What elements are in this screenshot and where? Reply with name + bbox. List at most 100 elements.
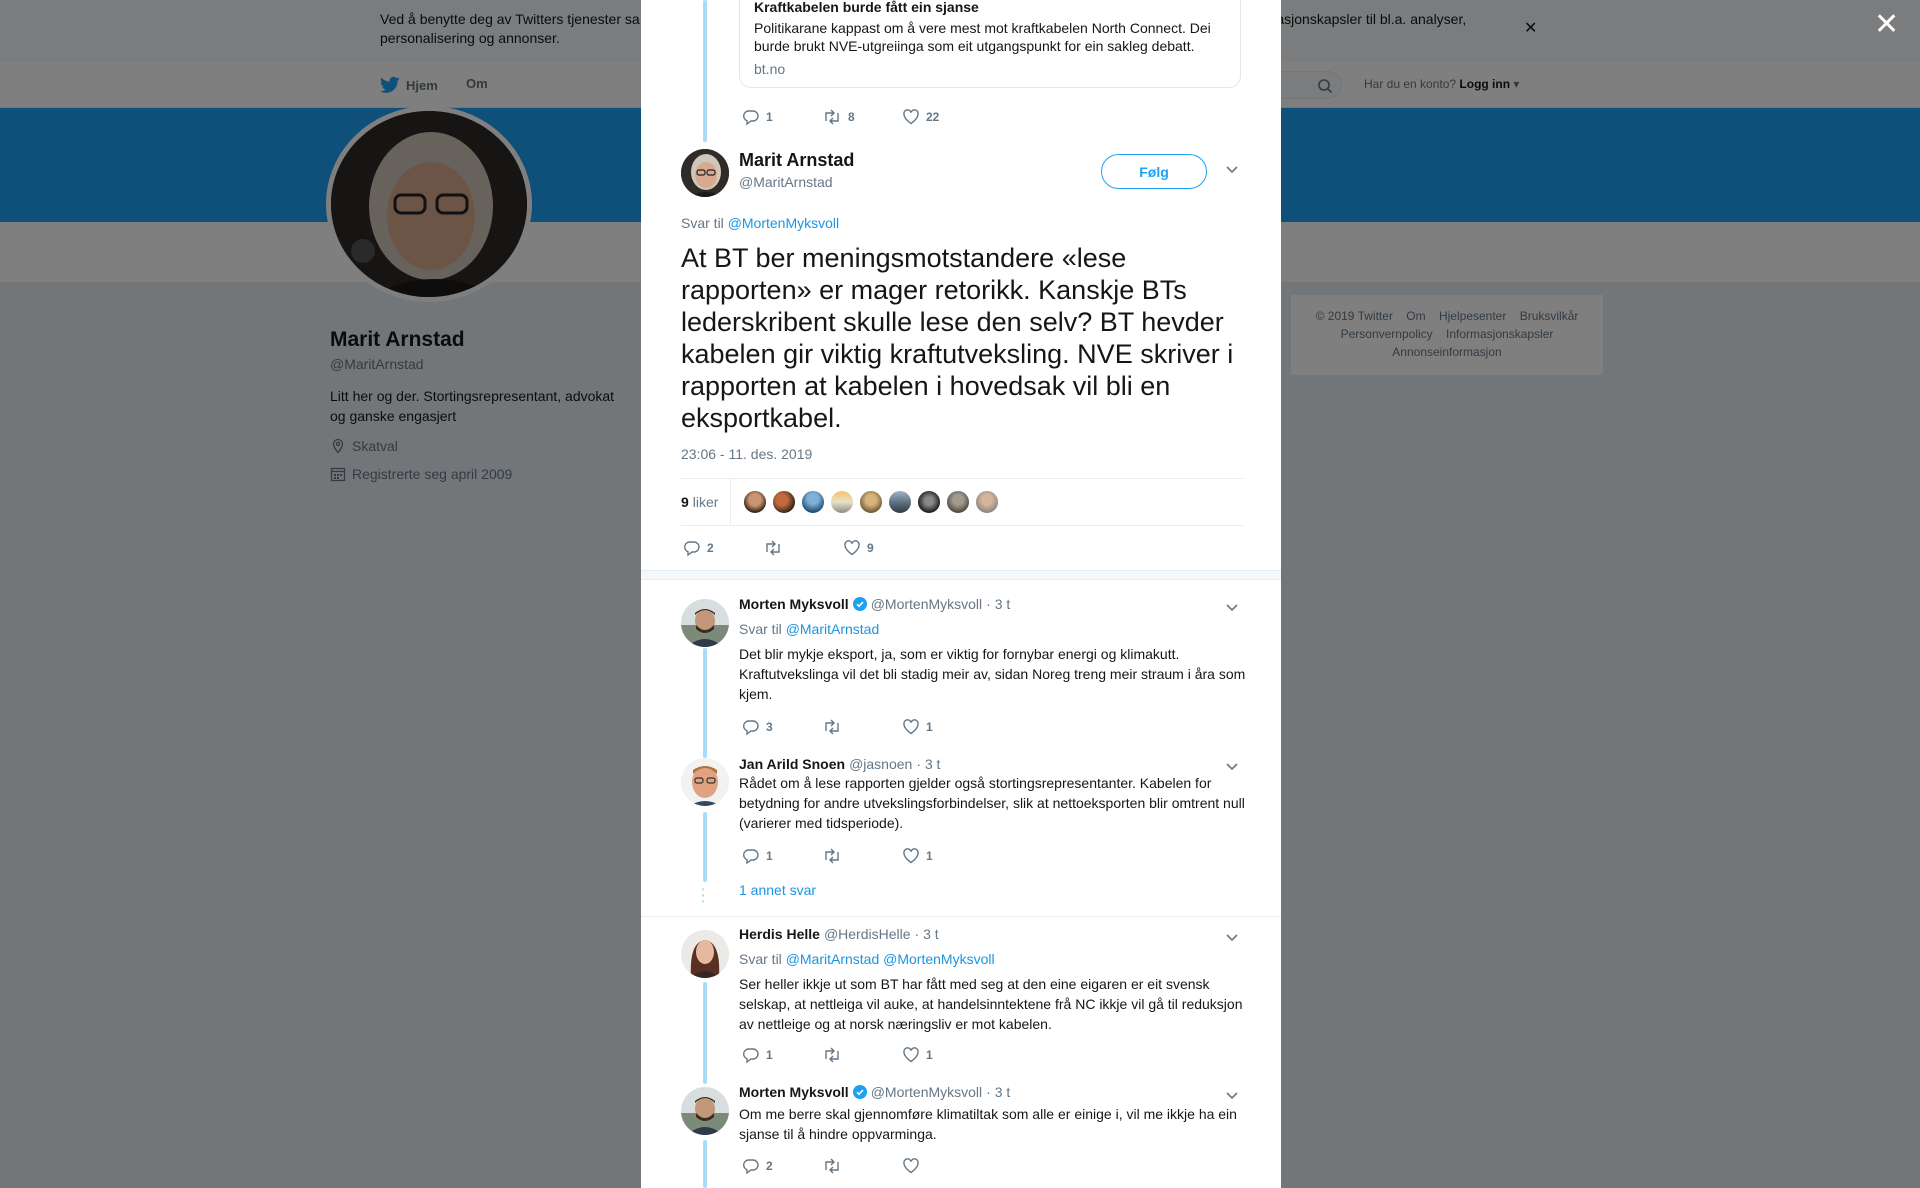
heart-icon <box>903 719 919 735</box>
like-button[interactable]: 22 <box>902 108 982 126</box>
liker-avatar[interactable] <box>975 490 1000 514</box>
likes-stat-label: liker <box>692 494 719 510</box>
heart-icon <box>903 1158 919 1174</box>
thread-line <box>703 1140 707 1188</box>
verified-badge-icon <box>852 597 867 611</box>
liker-avatar[interactable] <box>830 490 855 514</box>
replies-divider <box>641 570 1281 580</box>
reply-author-handle[interactable]: @MortenMyksvoll <box>871 596 982 612</box>
like-button[interactable]: 9 <box>843 539 923 557</box>
replying-to: Svar til @MaritArnstad <box>739 621 879 637</box>
replying-to-link[interactable]: @MaritArnstad <box>786 621 880 637</box>
main-tweet-actions: 2 9 <box>683 539 923 557</box>
heart-icon <box>844 540 860 556</box>
reply-actions: 3 1 <box>742 718 982 736</box>
previous-tweet-actions: 1 8 22 <box>742 108 982 126</box>
reply-text: Rådet om å lese rapporten gjelder også s… <box>739 775 1245 831</box>
retweet-button[interactable] <box>822 1157 902 1175</box>
retweet-icon <box>766 540 780 556</box>
retweet-button[interactable] <box>763 539 843 557</box>
replying-to-link[interactable]: @MortenMyksvoll <box>728 215 839 231</box>
likes-stat[interactable]: 9 liker <box>681 478 732 526</box>
chevron-down-icon[interactable] <box>1225 930 1239 948</box>
reply-button[interactable]: 2 <box>742 1157 822 1175</box>
reply-icon <box>743 720 759 736</box>
replying-to: Svar til @MortenMyksvoll <box>681 215 839 231</box>
reply-avatar[interactable] <box>681 599 729 647</box>
tweet-timestamp[interactable]: 23:06 - 11. des. 2019 <box>681 446 812 462</box>
thread-line <box>703 0 707 142</box>
like-button[interactable]: 1 <box>902 847 982 865</box>
author-name[interactable]: Marit Arnstad <box>739 150 854 171</box>
reply-header: Herdis Helle @HerdisHelle · 3 t <box>739 926 939 942</box>
reply-time[interactable]: · 3 t <box>916 756 940 772</box>
liker-avatar[interactable] <box>801 490 826 514</box>
liker-avatar[interactable] <box>743 490 768 514</box>
verified-badge-icon <box>852 1085 867 1099</box>
liker-avatar[interactable] <box>946 490 971 514</box>
reply-header: Morten Myksvoll @MortenMyksvoll · 3 t <box>739 596 1010 612</box>
reply-author-name[interactable]: Morten Myksvoll <box>739 1084 849 1100</box>
retweet-button[interactable] <box>822 718 902 736</box>
thread-line <box>703 812 707 882</box>
liker-avatar[interactable] <box>888 490 913 514</box>
retweet-icon <box>825 1047 839 1063</box>
reply-author-name[interactable]: Herdis Helle <box>739 926 820 942</box>
reply-time[interactable]: · 3 t <box>986 596 1010 612</box>
reply-button[interactable]: 3 <box>742 718 822 736</box>
reply-icon <box>743 849 759 865</box>
reply-text: Ser heller ikkje ut som BT har fått med … <box>739 976 1243 1032</box>
reply-author-handle[interactable]: @MortenMyksvoll <box>871 1084 982 1100</box>
follow-button[interactable]: Følg <box>1101 154 1207 189</box>
reply-avatar[interactable] <box>681 930 729 978</box>
reply-avatar[interactable] <box>681 758 729 806</box>
reply-author-handle[interactable]: @jasnoen <box>849 756 912 772</box>
heart-icon <box>903 848 919 864</box>
reply-author-handle[interactable]: @HerdisHelle <box>824 926 911 942</box>
reply-button[interactable]: 1 <box>742 847 822 865</box>
likers-avatars <box>743 490 1000 514</box>
liker-avatar[interactable] <box>859 490 884 514</box>
retweet-icon <box>825 109 839 125</box>
reply-author-name[interactable]: Morten Myksvoll <box>739 596 849 612</box>
like-button[interactable] <box>902 1157 982 1175</box>
like-button[interactable]: 1 <box>902 1046 982 1064</box>
link-card[interactable]: Kraftkabelen burde fått ein sjanse Polit… <box>739 0 1241 88</box>
replying-prefix: Svar til <box>739 621 782 637</box>
reply-icon <box>743 1159 759 1175</box>
reply-time[interactable]: · 3 t <box>986 1084 1010 1100</box>
reply-icon <box>743 110 759 126</box>
reply-count: 2 <box>766 1159 773 1173</box>
reply-text: Om me berre skal gjennomføre klimatiltak… <box>739 1106 1237 1142</box>
retweet-button[interactable] <box>822 1046 902 1064</box>
chevron-down-icon[interactable] <box>1225 600 1239 618</box>
show-more-replies-link[interactable]: 1 annet svar <box>739 882 816 898</box>
link-card-domain: bt.no <box>754 61 786 77</box>
replying-to: Svar til @MaritArnstad @MortenMyksvoll <box>739 951 995 967</box>
reply-header: Jan Arild Snoen @jasnoen · 3 t <box>739 756 940 772</box>
reply-count: 1 <box>766 110 773 124</box>
author-avatar[interactable] <box>681 149 729 197</box>
replying-prefix: Svar til <box>739 951 782 967</box>
author-handle[interactable]: @MaritArnstad <box>739 174 833 190</box>
chevron-down-icon[interactable] <box>1225 162 1239 180</box>
reply-button[interactable]: 2 <box>683 539 763 557</box>
reply-author-name[interactable]: Jan Arild Snoen <box>739 756 845 772</box>
retweet-button[interactable] <box>822 847 902 865</box>
reply-time[interactable]: · 3 t <box>915 926 939 942</box>
like-count: 1 <box>926 1048 933 1062</box>
close-icon[interactable]: ✕ <box>1874 10 1899 40</box>
reply-actions: 1 1 <box>742 1046 982 1064</box>
reply-avatar[interactable] <box>681 1087 729 1135</box>
heart-icon <box>903 1047 919 1063</box>
liker-avatar[interactable] <box>772 490 797 514</box>
retweet-button[interactable]: 8 <box>822 108 902 126</box>
reply-button[interactable]: 1 <box>742 108 822 126</box>
like-count: 1 <box>926 720 933 734</box>
reply-button[interactable]: 1 <box>742 1046 822 1064</box>
like-button[interactable]: 1 <box>902 718 982 736</box>
replying-to-link[interactable]: @MaritArnstad @MortenMyksvoll <box>786 951 995 967</box>
link-card-description: Politikarane kappast om å vere mest mot … <box>754 20 1211 54</box>
like-count: 22 <box>926 110 940 124</box>
liker-avatar[interactable] <box>917 490 942 514</box>
